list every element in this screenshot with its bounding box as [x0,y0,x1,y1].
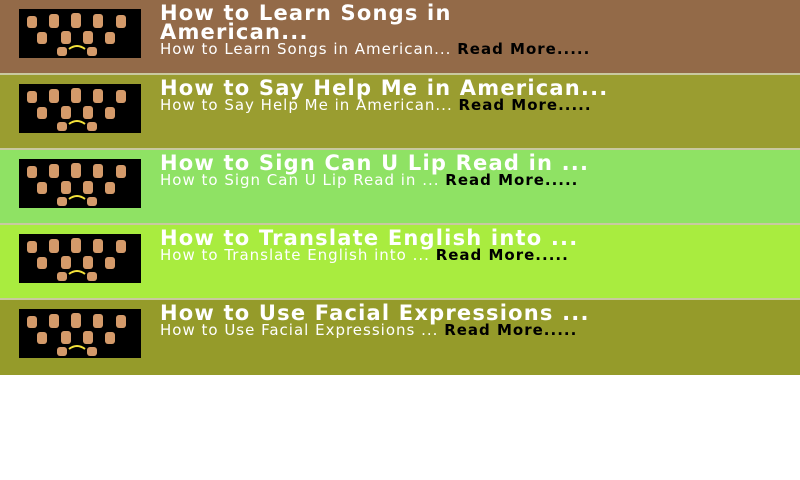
article-list: How to Learn Songs in American... How to… [0,0,800,375]
item-subtitle: How to Learn Songs in American... Read M… [160,42,796,57]
sign-language-hands-icon [19,84,141,133]
item-snippet: How to Translate English into ... [160,246,436,264]
read-more-link[interactable]: Read More..... [457,40,590,58]
item-snippet: How to Sign Can U Lip Read in ... [160,171,446,189]
item-subtitle: How to Use Facial Expressions ... Read M… [160,323,796,338]
item-snippet: How to Say Help Me in American... [160,96,459,114]
read-more-link[interactable]: Read More..... [444,321,577,339]
sign-language-hands-icon [19,9,141,58]
item-subtitle: How to Sign Can U Lip Read in ... Read M… [160,173,796,188]
item-snippet: How to Use Facial Expressions ... [160,321,445,339]
list-item[interactable]: How to Say Help Me in American... How to… [0,75,800,150]
sign-language-hands-icon [19,159,141,208]
list-item[interactable]: How to Learn Songs in American... How to… [0,0,800,75]
read-more-link[interactable]: Read More..... [458,96,591,114]
read-more-link[interactable]: Read More..... [445,171,578,189]
item-snippet: How to Learn Songs in American... [160,40,458,58]
list-item[interactable]: How to Translate English into ... How to… [0,225,800,300]
list-item[interactable]: How to Sign Can U Lip Read in ... How to… [0,150,800,225]
item-subtitle: How to Translate English into ... Read M… [160,248,796,263]
sign-language-hands-icon [19,309,141,358]
read-more-link[interactable]: Read More..... [436,246,569,264]
list-item[interactable]: How to Use Facial Expressions ... How to… [0,300,800,375]
item-subtitle: How to Say Help Me in American... Read M… [160,98,796,113]
sign-language-hands-icon [19,234,141,283]
item-title: How to Learn Songs in American... [160,1,452,44]
